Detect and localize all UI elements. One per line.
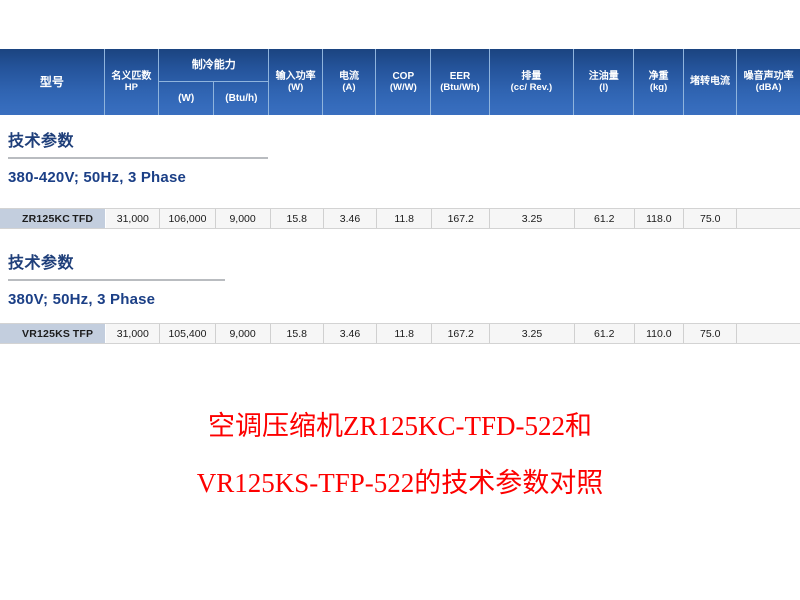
section-divider-2 <box>8 279 225 281</box>
column-header-locked-rotor-current-title: 堵转电流 <box>690 76 731 88</box>
column-header-cooling-capacity-title: 制冷能力 <box>159 49 269 82</box>
column-header-model-title: 型号 <box>39 74 64 89</box>
column-header-noise-power-title: 噪音声功率 <box>743 70 794 82</box>
column-header-oil-charge-title: 注油量 <box>588 70 619 82</box>
section-voltage-2: 380V; 50Hz, 3 Phase <box>8 291 156 308</box>
column-header-displacement-title: 排量 <box>521 70 542 82</box>
cell-noise-power <box>737 324 800 343</box>
cell-model-variant: TFP <box>72 327 94 340</box>
column-header-cop: COP (W/W) <box>376 49 432 115</box>
column-header-net-weight-unit: (kg) <box>649 82 668 94</box>
cell-cop: 11.8 <box>377 209 433 228</box>
column-header-current: 电流 (A) <box>323 49 377 115</box>
cell-cop: 11.8 <box>377 324 433 343</box>
cell-current: 3.46 <box>323 209 378 228</box>
column-header-net-weight: 净重 (kg) <box>634 49 684 115</box>
cell-locked-rotor-current: 75.0 <box>684 324 738 343</box>
cell-net-weight: 110.0 <box>634 324 685 343</box>
column-header-oil-charge-unit: (l) <box>599 82 609 94</box>
cell-oil-charge: 61.2 <box>574 209 635 228</box>
cell-model: ZR125KC TFD <box>0 209 107 228</box>
section-divider-1 <box>8 157 268 159</box>
column-header-net-weight-label: 净重 (kg) <box>634 49 683 115</box>
cell-eer: 167.2 <box>432 209 491 228</box>
caption-line-2: VR125KS-TFP-522的技术参数对照 <box>196 468 604 498</box>
cell-nominal-hp: 31,000 <box>106 324 161 343</box>
column-header-model: 型号 <box>0 49 105 115</box>
section-title-1: 技术参数 <box>8 133 75 150</box>
column-header-cooling-capacity-w: (W) <box>159 82 215 115</box>
column-header-noise-power-label: 噪音声功率 (dBA) <box>737 49 800 115</box>
column-header-cooling-capacity: 制冷能力 (W) (Btu/h) <box>159 49 270 115</box>
cell-input-power: 15.8 <box>270 209 324 228</box>
cell-oil-charge: 61.2 <box>574 324 635 343</box>
column-header-input-power: 输入功率 (W) <box>269 49 323 115</box>
column-header-input-power-unit: (W) <box>288 82 304 94</box>
cell-locked-rotor-current: 75.0 <box>684 209 738 228</box>
column-header-input-power-title: 输入功率 <box>275 70 316 82</box>
column-header-displacement-unit: (cc/ Rev.) <box>510 82 553 94</box>
column-header-cooling-capacity-btuh: (Btu/h) <box>225 92 258 104</box>
column-header-cop-title: COP <box>392 70 415 82</box>
column-header-cop-unit: (W/W) <box>389 82 417 94</box>
cell-cooling-capacity-w: 105,400 <box>160 324 216 343</box>
column-header-oil-charge: 注油量 (l) <box>574 49 635 115</box>
figure-caption: 空调压缩机ZR125KC-TFD-522和 VR125KS-TFP-522的技术… <box>0 398 800 512</box>
cell-displacement: 3.25 <box>490 209 575 228</box>
cell-net-weight: 118.0 <box>634 209 685 228</box>
cell-nominal-hp: 31,000 <box>106 209 161 228</box>
cell-input-power: 15.8 <box>270 324 324 343</box>
cell-displacement: 3.25 <box>490 324 575 343</box>
column-header-locked-rotor-current: 堵转电流 <box>684 49 738 115</box>
column-header-eer-title: EER <box>449 70 471 82</box>
column-header-displacement: 排量 (cc/ Rev.) <box>490 49 575 115</box>
column-header-nominal-hp-unit: HP <box>124 82 138 94</box>
table-header-row: 型号 名义匹数 HP 制冷能力 (W) (Btu/h) 输入功率 (W) 电流 (A) COP (W/… <box>0 49 800 115</box>
table-row[interactable]: VR125KS TFP 31,000 105,400 9,000 15.8 3.46 11.8… <box>0 323 800 344</box>
cell-model: VR125KS TFP <box>0 324 107 343</box>
cell-model-variant: TFD <box>72 212 94 225</box>
column-header-locked-rotor-current-label: 堵转电流 <box>684 49 736 115</box>
column-header-current-unit: (A) <box>342 82 356 94</box>
column-header-net-weight-title: 净重 <box>648 70 669 82</box>
column-header-displacement-label: 排量 (cc/ Rev.) <box>490 49 574 115</box>
cell-cooling-capacity-btuh: 9,000 <box>215 324 271 343</box>
column-header-nominal-hp-label: 名义匹数 HP <box>105 49 158 115</box>
column-header-input-power-label: 输入功率 (W) <box>269 49 321 115</box>
column-header-cooling-capacity-subs: (W) (Btu/h) <box>159 82 268 115</box>
cell-model-code: ZR125KC <box>22 212 71 225</box>
section-voltage-1: 380-420V; 50Hz, 3 Phase <box>8 169 187 186</box>
cell-current: 3.46 <box>323 324 378 343</box>
column-header-eer: EER (Btu/Wh) <box>431 49 490 115</box>
column-header-eer-label: EER (Btu/Wh) <box>431 49 488 115</box>
column-header-nominal-hp-title: 名义匹数 <box>111 70 152 82</box>
cell-cooling-capacity-w: 106,000 <box>160 209 216 228</box>
column-header-noise-power-unit: (dBA) <box>755 82 782 94</box>
cell-model-code: VR125KS <box>22 327 71 340</box>
table-row[interactable]: ZR125KC TFD 31,000 106,000 9,000 15.8 3.46 11.8… <box>0 208 800 229</box>
cell-cooling-capacity-btuh: 9,000 <box>215 209 271 228</box>
column-header-noise-power: 噪音声功率 (dBA) <box>737 49 800 115</box>
cell-noise-power <box>737 209 800 228</box>
column-header-current-title: 电流 <box>339 70 359 82</box>
section-title-2: 技术参数 <box>8 255 75 272</box>
datasheet-page: 型号 名义匹数 HP 制冷能力 (W) (Btu/h) 输入功率 (W) 电流 (A) COP (W/… <box>0 0 800 600</box>
column-header-model-label: 型号 <box>0 49 104 115</box>
column-header-current-label: 电流 (A) <box>323 49 375 115</box>
column-header-cop-label: COP (W/W) <box>376 49 430 115</box>
column-header-nominal-hp: 名义匹数 HP <box>105 49 160 115</box>
caption-line-1: 空调压缩机ZR125KC-TFD-522和 <box>208 411 592 441</box>
column-header-oil-charge-label: 注油量 (l) <box>574 49 633 115</box>
cell-eer: 167.2 <box>432 324 491 343</box>
column-header-eer-unit: (Btu/Wh) <box>440 82 480 94</box>
